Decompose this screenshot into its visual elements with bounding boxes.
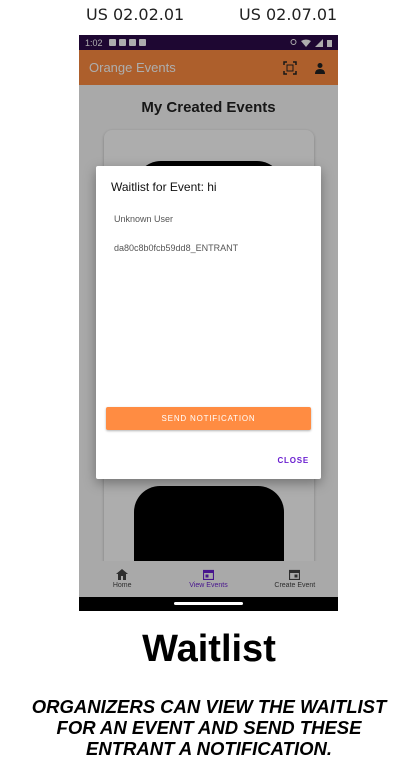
- caption-text: ORGANIZERS CAN VIEW THE WAITLIST FOR AN …: [31, 696, 387, 759]
- caption-title: Waitlist: [142, 628, 276, 670]
- dialog-title: Waitlist for Event: hi: [111, 180, 217, 194]
- send-notification-button[interactable]: SEND NOTIFICATION: [106, 407, 311, 430]
- close-button[interactable]: CLOSE: [277, 456, 309, 465]
- waitlist-entry[interactable]: da80c8b0fcb59dd8_ENTRANT: [114, 243, 238, 253]
- phone-screen: 1:02 Orange Events My Created Events Hom…: [79, 35, 338, 611]
- story-id-right: US 02.07.01: [239, 5, 338, 24]
- home-gesture-pill[interactable]: [174, 602, 243, 605]
- waitlist-dialog: Waitlist for Event: hi Unknown User da80…: [96, 166, 321, 479]
- story-id-left: US 02.02.01: [86, 5, 185, 24]
- system-navigation-bar: [79, 597, 338, 611]
- waitlist-entry[interactable]: Unknown User: [114, 214, 173, 224]
